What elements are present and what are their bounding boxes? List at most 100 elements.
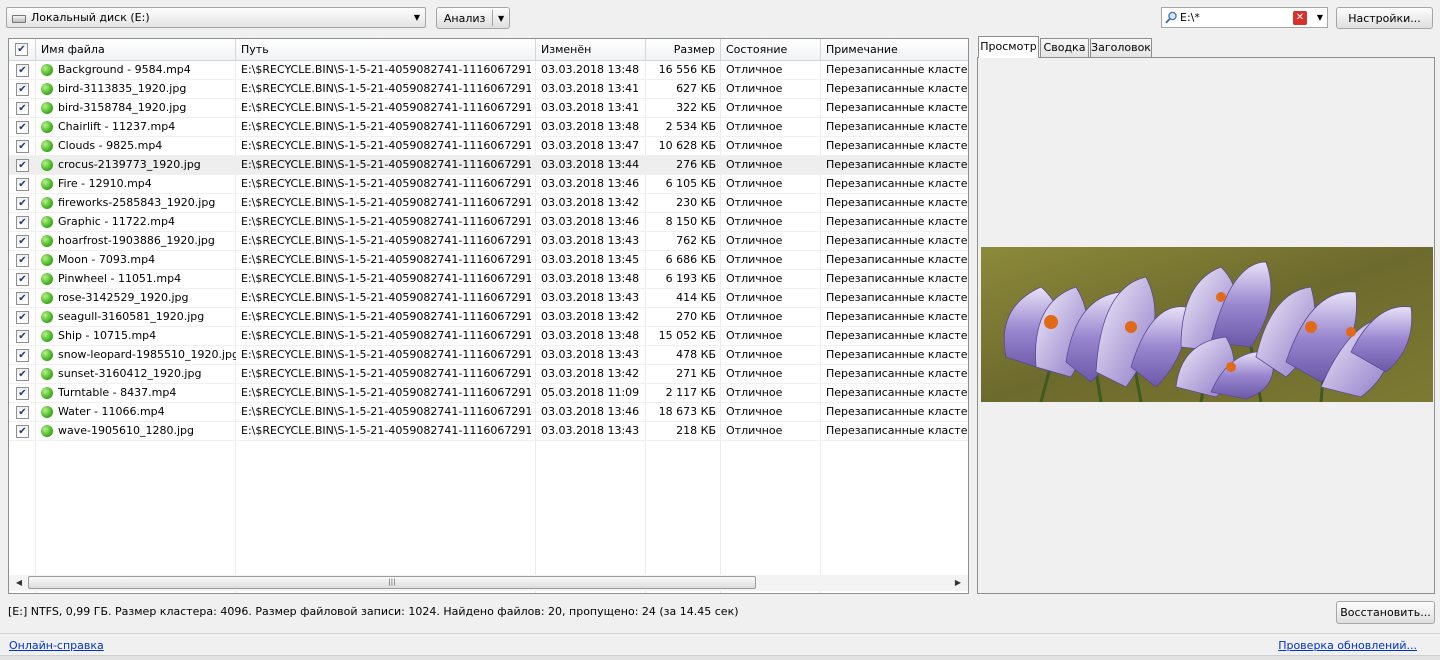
column-header-note[interactable]: Примечание [821,39,968,60]
restore-button[interactable]: Восстановить... [1336,601,1435,624]
row-checkbox[interactable]: ✔ [16,216,29,229]
row-checkbox[interactable]: ✔ [16,121,29,134]
column-header-size[interactable]: Размер [646,39,721,60]
column-header-path[interactable]: Путь [236,39,536,60]
scroll-right-icon[interactable]: ▶ [950,575,966,591]
check-updates-link[interactable]: Проверка обновлений... [1278,639,1417,652]
tab-header[interactable]: Заголовок [1090,38,1152,57]
row-checkbox[interactable]: ✔ [16,273,29,286]
online-help-link[interactable]: Онлайн-справка [9,639,104,652]
table-row[interactable]: ✔ Clouds - 9825.mp4 E:\$RECYCLE.BIN\S-1-… [9,137,968,156]
analyze-button[interactable]: Анализ ▼ [436,7,510,29]
settings-button[interactable]: Настройки... [1336,7,1433,29]
clear-search-icon[interactable]: ✕ [1293,10,1307,25]
file-path: E:\$RECYCLE.BIN\S-1-5-21-4059082741-1116… [241,63,531,76]
file-size: 230 КБ [676,196,716,209]
table-row[interactable]: ✔ wave-1905610_1280.jpg E:\$RECYCLE.BIN\… [9,422,968,441]
row-checkbox[interactable]: ✔ [16,425,29,438]
file-modified: 03.03.2018 13:42 [541,367,640,380]
file-path: E:\$RECYCLE.BIN\S-1-5-21-4059082741-1116… [241,196,531,209]
file-note: Перезаписанные кластер [826,158,969,171]
file-name: rose-3142529_1920.jpg [58,291,189,304]
scroll-left-icon[interactable]: ◀ [11,575,27,591]
row-checkbox[interactable]: ✔ [16,387,29,400]
file-name: wave-1905610_1280.jpg [58,424,194,437]
row-checkbox[interactable]: ✔ [16,330,29,343]
row-checkbox[interactable]: ✔ [16,197,29,210]
scrollbar-thumb[interactable]: ||| [28,576,756,589]
table-row[interactable]: ✔ Background - 9584.mp4 E:\$RECYCLE.BIN\… [9,61,968,80]
search-history-dropdown-icon[interactable]: ▼ [1313,13,1327,22]
file-path: E:\$RECYCLE.BIN\S-1-5-21-4059082741-1116… [241,291,531,304]
footer-divider [0,633,1440,634]
file-size: 627 КБ [676,82,716,95]
table-row[interactable]: ✔ Chairlift - 11237.mp4 E:\$RECYCLE.BIN\… [9,118,968,137]
status-ok-icon [41,178,53,190]
table-row[interactable]: ✔ seagull-3160581_1920.jpg E:\$RECYCLE.B… [9,308,968,327]
row-checkbox[interactable]: ✔ [16,64,29,77]
row-checkbox[interactable]: ✔ [16,406,29,419]
table-row[interactable]: ✔ bird-3158784_1920.jpg E:\$RECYCLE.BIN\… [9,99,968,118]
row-checkbox[interactable]: ✔ [16,178,29,191]
table-header: ✔ Имя файла Путь Изменён Размер Состояни… [9,39,968,61]
file-name: Turntable - 8437.mp4 [58,386,177,399]
file-size: 478 КБ [676,348,716,361]
row-checkbox[interactable]: ✔ [16,159,29,172]
search-input[interactable]: E:\* [1180,11,1293,24]
table-row[interactable]: ✔ snow-leopard-1985510_1920.jpg E:\$RECY… [9,346,968,365]
status-bar-text: [E:] NTFS, 0,99 ГБ. Размер кластера: 409… [8,605,739,618]
row-checkbox[interactable]: ✔ [16,311,29,324]
file-size: 2 534 КБ [665,120,716,133]
table-row[interactable]: ✔ sunset-3160412_1920.jpg E:\$RECYCLE.BI… [9,365,968,384]
file-modified: 05.03.2018 11:09 [541,386,640,399]
row-checkbox[interactable]: ✔ [16,292,29,305]
row-checkbox[interactable]: ✔ [16,83,29,96]
file-name: Pinwheel - 11051.mp4 [58,272,182,285]
table-row[interactable]: ✔ hoarfrost-1903886_1920.jpg E:\$RECYCLE… [9,232,968,251]
file-state: Отличное [726,158,783,171]
analyze-button-label: Анализ [443,11,486,25]
row-checkbox[interactable]: ✔ [16,254,29,267]
file-size: 6 193 КБ [665,272,716,285]
tab-summary[interactable]: Сводка [1040,38,1089,57]
file-note: Перезаписанные кластер [826,310,969,323]
row-checkbox[interactable]: ✔ [16,140,29,153]
chevron-down-icon[interactable]: ▼ [409,8,425,27]
table-row[interactable]: ✔ Moon - 7093.mp4 E:\$RECYCLE.BIN\S-1-5-… [9,251,968,270]
table-row[interactable]: ✔ Graphic - 11722.mp4 E:\$RECYCLE.BIN\S-… [9,213,968,232]
file-size: 762 КБ [676,234,716,247]
search-field[interactable]: E:\* ✕ ▼ [1161,7,1328,28]
drive-select[interactable]: Локальный диск (E:) ▼ [6,7,426,28]
table-row-selected[interactable]: ✔ crocus-2139773_1920.jpg E:\$RECYCLE.BI… [9,156,968,175]
table-row[interactable]: ✔ Turntable - 8437.mp4 E:\$RECYCLE.BIN\S… [9,384,968,403]
file-size: 10 628 КБ [658,139,716,152]
table-row[interactable]: ✔ Fire - 12910.mp4 E:\$RECYCLE.BIN\S-1-5… [9,175,968,194]
file-modified: 03.03.2018 13:43 [541,424,640,437]
analyze-dropdown-icon[interactable]: ▼ [493,14,509,23]
status-ok-icon [41,368,53,380]
file-note: Перезаписанные кластер [826,348,969,361]
column-header-name[interactable]: Имя файла [36,39,236,60]
column-header-state[interactable]: Состояние [721,39,821,60]
file-note: Перезаписанные кластер [826,215,969,228]
tab-preview[interactable]: Просмотр [978,36,1039,58]
table-row[interactable]: ✔ fireworks-2585843_1920.jpg E:\$RECYCLE… [9,194,968,213]
column-header-modified[interactable]: Изменён [536,39,646,60]
file-modified: 03.03.2018 13:46 [541,177,640,190]
row-checkbox[interactable]: ✔ [16,368,29,381]
status-ok-icon [41,311,53,323]
row-checkbox[interactable]: ✔ [16,349,29,362]
table-row[interactable]: ✔ Water - 11066.mp4 E:\$RECYCLE.BIN\S-1-… [9,403,968,422]
file-path: E:\$RECYCLE.BIN\S-1-5-21-4059082741-1116… [241,120,531,133]
file-note: Перезаписанные кластер [826,63,969,76]
table-row[interactable]: ✔ rose-3142529_1920.jpg E:\$RECYCLE.BIN\… [9,289,968,308]
select-all-checkbox[interactable]: ✔ [15,43,28,56]
table-row[interactable]: ✔ bird-3113835_1920.jpg E:\$RECYCLE.BIN\… [9,80,968,99]
file-name: bird-3113835_1920.jpg [58,82,187,95]
horizontal-scrollbar[interactable]: ◀ ||| ▶ [9,575,968,591]
file-path: E:\$RECYCLE.BIN\S-1-5-21-4059082741-1116… [241,329,531,342]
table-row[interactable]: ✔ Pinwheel - 11051.mp4 E:\$RECYCLE.BIN\S… [9,270,968,289]
row-checkbox[interactable]: ✔ [16,235,29,248]
table-row[interactable]: ✔ Ship - 10715.mp4 E:\$RECYCLE.BIN\S-1-5… [9,327,968,346]
row-checkbox[interactable]: ✔ [16,102,29,115]
